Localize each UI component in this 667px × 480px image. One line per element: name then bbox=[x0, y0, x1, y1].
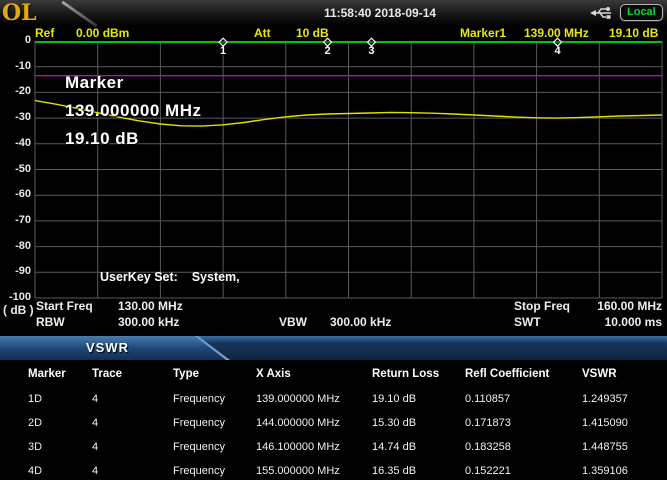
table-cell: 155.000000 MHz bbox=[256, 465, 340, 477]
table-cell: 0.110857 bbox=[465, 393, 510, 405]
marker-number: 1 bbox=[217, 45, 229, 57]
marker-table: Marker Trace Type X Axis Return Loss Refl Coe… bbox=[0, 360, 667, 480]
header-bar: OL 11:58:40 2018-09-14 Local bbox=[0, 0, 667, 26]
table-cell: 0.183258 bbox=[465, 441, 511, 453]
table-cell: 16.35 dB bbox=[372, 465, 416, 477]
marker-readout-level: 19.10 dB bbox=[65, 125, 201, 153]
swt-label: SWT bbox=[514, 315, 541, 329]
ref-level-value[interactable]: 0.00 dBm bbox=[76, 26, 129, 40]
table-header-cell: Type bbox=[173, 368, 199, 380]
table-cell: Frequency bbox=[173, 393, 225, 405]
y-axis-label: -80 bbox=[0, 240, 31, 252]
table-cell: 4 bbox=[92, 465, 98, 477]
y-axis-label: -70 bbox=[0, 214, 31, 226]
table-cell: 0.152221 bbox=[465, 465, 511, 477]
table-cell: 3D bbox=[28, 441, 42, 453]
table-cell: Frequency bbox=[173, 417, 225, 429]
attenuation-label[interactable]: Att bbox=[254, 26, 271, 40]
table-header-cell: VSWR bbox=[582, 368, 617, 380]
ref-level-label[interactable]: Ref bbox=[35, 26, 54, 40]
vbw-value: 300.00 kHz bbox=[330, 315, 391, 329]
plot-area: 1 2 3 4 Marker 139.000000 MHz 19.10 dB User… bbox=[35, 41, 662, 298]
table-cell: 144.000000 MHz bbox=[256, 417, 340, 429]
rbw-value: 300.00 kHz bbox=[118, 315, 179, 329]
table-cell: 0.171873 bbox=[465, 417, 511, 429]
table-cell: 2D bbox=[28, 417, 42, 429]
table-cell: 139.000000 MHz bbox=[256, 393, 340, 405]
table-cell: 146.100000 MHz bbox=[256, 441, 340, 453]
marker-readout-title: Marker bbox=[65, 69, 201, 97]
stop-freq-label: Stop Freq bbox=[514, 299, 570, 313]
y-axis-label: -50 bbox=[0, 163, 31, 175]
table-cell: 1.249357 bbox=[582, 393, 628, 405]
tab-vswr[interactable]: VSWR bbox=[0, 336, 228, 360]
table-cell: 14.74 dB bbox=[372, 441, 416, 453]
table-cell: 19.10 dB bbox=[372, 393, 416, 405]
marker1-frequency: 139.00 MHz bbox=[524, 26, 589, 40]
table-cell: 4 bbox=[92, 393, 98, 405]
table-cell: 4 bbox=[92, 441, 98, 453]
y-axis-label: -30 bbox=[0, 111, 31, 123]
function-tab-bar: VSWR bbox=[0, 336, 667, 360]
table-cell: 15.30 dB bbox=[372, 417, 416, 429]
table-cell: Frequency bbox=[173, 441, 225, 453]
y-axis-label: -10 bbox=[0, 60, 31, 72]
table-cell: 4 bbox=[92, 417, 98, 429]
table-header-cell: Return Loss bbox=[372, 368, 439, 380]
table-cell: 4D bbox=[28, 465, 42, 477]
table-header-cell: Marker bbox=[28, 368, 66, 380]
table-header-cell: Refl Coefficient bbox=[465, 368, 549, 380]
marker-number: 2 bbox=[322, 45, 334, 57]
start-freq-value: 130.00 MHz bbox=[118, 299, 183, 313]
table-header-cell: Trace bbox=[92, 368, 122, 380]
usb-icon bbox=[589, 5, 613, 26]
stop-freq-value: 160.00 MHz bbox=[588, 299, 662, 313]
y-axis-label: -40 bbox=[0, 137, 31, 149]
marker-number: 4 bbox=[552, 45, 564, 57]
tab-vswr-label: VSWR bbox=[60, 340, 155, 355]
table-cell: 1.359106 bbox=[582, 465, 628, 477]
y-axis-label: -20 bbox=[0, 85, 31, 97]
rbw-label: RBW bbox=[36, 315, 65, 329]
table-cell: 1.415090 bbox=[582, 417, 628, 429]
marker1-level: 19.10 dB bbox=[609, 26, 658, 40]
table-header-cell: X Axis bbox=[256, 368, 291, 380]
y-axis-label: -60 bbox=[0, 188, 31, 200]
y-axis-label: 0 bbox=[0, 34, 31, 46]
marker-number: 3 bbox=[365, 45, 377, 57]
table-cell: 1.448755 bbox=[582, 441, 628, 453]
y-axis-label: -90 bbox=[0, 265, 31, 277]
table-cell: 1D bbox=[28, 393, 42, 405]
header-diagonal-divider bbox=[61, 1, 97, 28]
local-button[interactable]: Local bbox=[620, 4, 663, 21]
marker1-label[interactable]: Marker1 bbox=[460, 26, 506, 40]
attenuation-value[interactable]: 10 dB bbox=[296, 26, 329, 40]
brand-logo: OL bbox=[2, 0, 37, 26]
y-axis-unit: ( dB ) bbox=[3, 303, 34, 317]
table-cell: Frequency bbox=[173, 465, 225, 477]
swt-value: 10.000 ms bbox=[588, 315, 662, 329]
datetime-display: 11:58:40 2018-09-14 bbox=[280, 6, 480, 20]
start-freq-label: Start Freq bbox=[36, 299, 93, 313]
analyzer-screen: OL 11:58:40 2018-09-14 Local Ref 0.00 dB… bbox=[0, 0, 667, 480]
marker-readout: Marker 139.000000 MHz 19.10 dB bbox=[65, 69, 201, 153]
y-axis-label: -100 bbox=[0, 291, 31, 303]
vbw-label: VBW bbox=[279, 315, 307, 329]
userkey-message: UserKey Set: System, bbox=[100, 270, 240, 284]
marker-readout-frequency: 139.000000 MHz bbox=[65, 97, 201, 125]
